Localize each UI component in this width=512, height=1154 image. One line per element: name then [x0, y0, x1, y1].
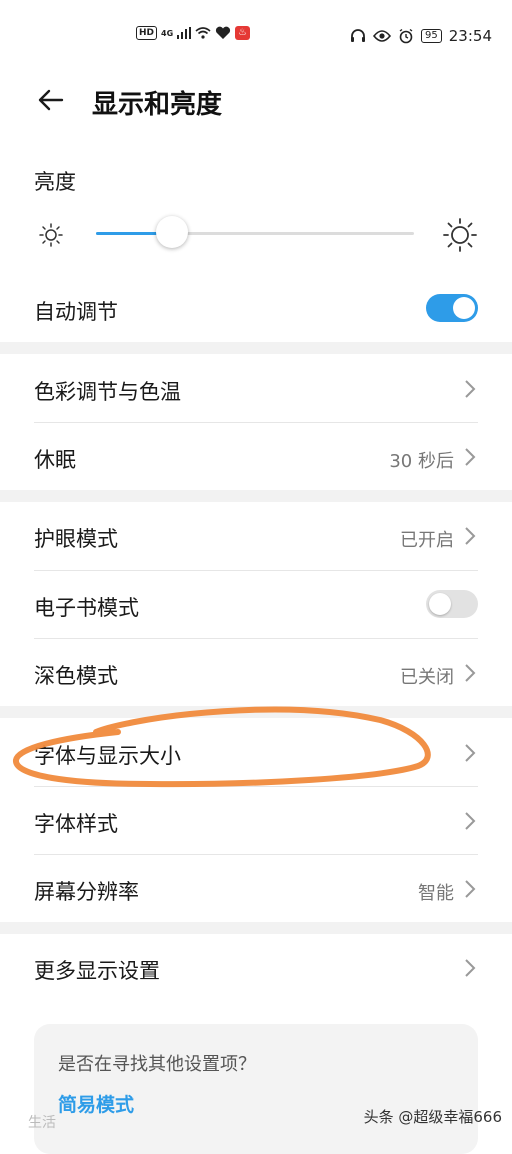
sleep-label: 休眠 — [34, 448, 76, 472]
page-header: 显示和亮度 — [0, 76, 512, 132]
sleep-value: 30 秒后 — [389, 451, 454, 472]
battery-icon: 95 — [421, 29, 442, 43]
headphones-icon — [351, 29, 366, 42]
chevron-right-icon — [465, 812, 476, 830]
dark-mode-label: 深色模式 — [34, 664, 118, 688]
section-separator — [0, 490, 512, 502]
chevron-right-icon — [465, 448, 476, 466]
eye-comfort-label: 护眼模式 — [34, 527, 118, 551]
auto-adjust-toggle[interactable] — [426, 294, 478, 322]
status-right: 95 23:54 — [350, 27, 492, 45]
row-divider — [34, 786, 478, 787]
section-separator — [0, 922, 512, 934]
section-separator — [0, 706, 512, 718]
row-divider — [34, 422, 478, 423]
section-separator — [0, 342, 512, 354]
row-divider — [34, 854, 478, 855]
auto-adjust-label: 自动调节 — [34, 300, 118, 324]
page-title: 显示和亮度 — [92, 90, 223, 120]
eye-comfort-value: 已开启 — [400, 530, 454, 551]
font-style-label: 字体样式 — [34, 812, 118, 836]
ebook-toggle[interactable] — [426, 590, 478, 618]
toggle-knob — [429, 593, 451, 615]
app-notification-icon: ♨ — [235, 26, 251, 40]
simple-mode-link[interactable]: 简易模式 — [58, 1090, 134, 1117]
signal-icon — [177, 27, 192, 39]
hd-icon: HD — [136, 26, 158, 40]
suggestion-question: 是否在寻找其他设置项？ — [58, 1054, 256, 1075]
resolution-value: 智能 — [418, 883, 454, 904]
chevron-right-icon — [465, 664, 476, 682]
suggestion-card: 是否在寻找其他设置项？ 简易模式 — [34, 1024, 478, 1154]
network-type: 4G — [161, 28, 174, 38]
toggle-knob — [453, 297, 475, 319]
watermark-left-text: 生活 — [28, 1115, 56, 1131]
chevron-right-icon — [465, 880, 476, 898]
chevron-right-icon — [465, 959, 476, 977]
resolution-label: 屏幕分辨率 — [34, 880, 139, 904]
wifi-icon — [195, 27, 211, 39]
dark-mode-value: 已关闭 — [400, 667, 454, 688]
chevron-right-icon — [465, 380, 476, 398]
status-time: 23:54 — [448, 27, 492, 45]
brightness-high-icon — [443, 218, 477, 252]
brightness-slider[interactable] — [96, 232, 414, 235]
eye-icon — [373, 30, 392, 42]
status-bar: HD 4G ♨ 95 23:54 — [0, 0, 512, 76]
brightness-label: 亮度 — [34, 170, 76, 194]
chevron-right-icon — [465, 527, 476, 545]
brightness-low-icon — [39, 223, 63, 247]
health-heart-icon — [216, 26, 231, 39]
chevron-right-icon — [465, 744, 476, 762]
font-display-size-label: 字体与显示大小 — [34, 744, 181, 768]
row-divider — [34, 638, 478, 639]
alarm-icon — [399, 28, 413, 44]
ebook-label: 电子书模式 — [34, 596, 139, 620]
brightness-slider-thumb[interactable] — [156, 216, 189, 248]
row-divider — [34, 570, 478, 571]
watermark-text: 头条 @超级幸福666 — [363, 1108, 502, 1126]
more-display-label: 更多显示设置 — [34, 959, 160, 983]
back-arrow-icon[interactable] — [36, 86, 64, 114]
color-temp-label: 色彩调节与色温 — [34, 380, 181, 404]
status-left: HD 4G ♨ — [136, 26, 251, 40]
